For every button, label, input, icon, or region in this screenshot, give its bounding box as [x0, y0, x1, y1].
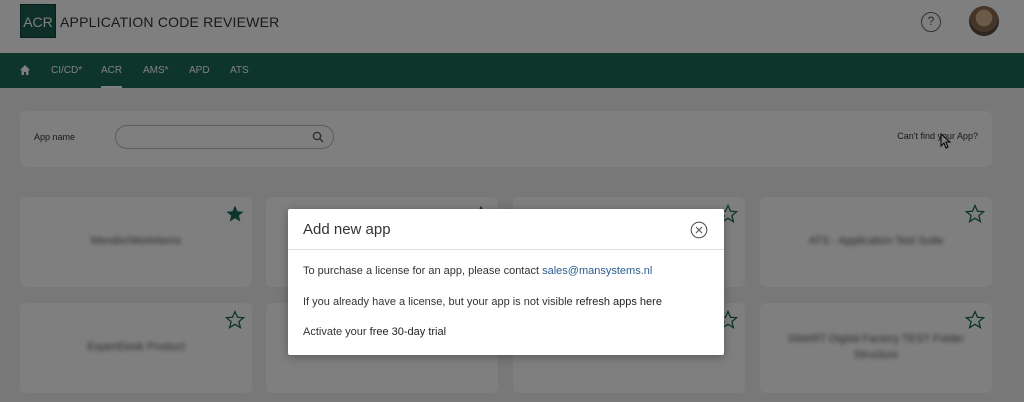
trial-label: Activate your	[303, 326, 370, 338]
refresh-apps-link[interactable]: refresh apps here	[576, 296, 662, 308]
purchase-license-text: To purchase a license for an app, please…	[303, 265, 652, 277]
add-app-modal: Add new app To purchase a license for an…	[288, 209, 724, 355]
modal-title: Add new app	[303, 221, 391, 238]
sales-email-link[interactable]: sales@mansystems.nl	[542, 265, 652, 277]
purchase-license-label: To purchase a license for an app, please…	[303, 265, 543, 277]
close-icon[interactable]	[690, 221, 708, 239]
modal-header: Add new app	[288, 209, 724, 250]
refresh-apps-label: If you already have a license, but your …	[303, 296, 576, 308]
refresh-apps-text: If you already have a license, but your …	[303, 296, 662, 308]
trial-text: Activate your free 30-day trial	[303, 326, 446, 338]
free-trial-link[interactable]: free 30-day trial	[370, 326, 446, 338]
